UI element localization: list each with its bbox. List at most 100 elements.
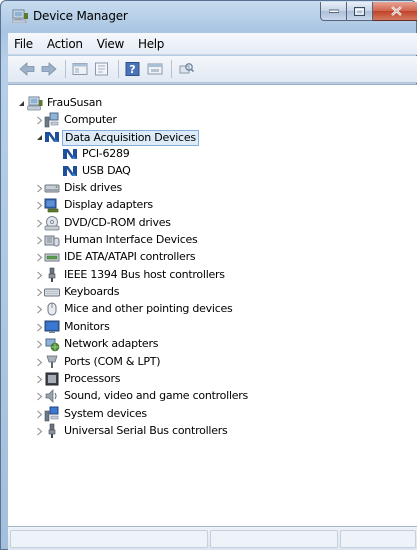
system-devices-icon	[44, 406, 60, 422]
display-adapter-icon	[44, 197, 60, 213]
monitor-icon	[44, 319, 60, 335]
dvd-drive-icon	[44, 215, 60, 231]
expand-arrow-icon[interactable]	[35, 271, 44, 280]
tree-label: Sound, video and game controllers	[64, 389, 249, 403]
tree-node-data-acquisition[interactable]: Data Acquisition Devices	[8, 129, 408, 146]
help-button[interactable]: ?	[124, 60, 142, 78]
tree-node-root[interactable]: FrauSusan	[8, 95, 408, 112]
network-adapter-icon	[44, 336, 60, 352]
tree-node-category[interactable]: Mice and other pointing devices	[8, 301, 408, 318]
properties-button[interactable]	[93, 60, 111, 78]
status-pane	[210, 530, 338, 548]
tree-node-category[interactable]: Processors	[8, 371, 408, 388]
tree-node-category[interactable]: Display adapters	[8, 197, 408, 214]
tree-node-category[interactable]: Ports (COM & LPT)	[8, 354, 408, 371]
hid-icon	[44, 232, 60, 248]
collapse-arrow-icon[interactable]	[35, 133, 44, 142]
caption-buttons	[320, 2, 417, 22]
scan-hardware-button[interactable]	[177, 60, 195, 78]
tree-label: IDE ATA/ATAPI controllers	[64, 250, 196, 264]
tree-label: Keyboards	[64, 285, 120, 299]
tree-node-device[interactable]: USB DAQ	[8, 163, 408, 180]
disk-drive-icon	[44, 180, 60, 196]
tree-label: Mice and other pointing devices	[64, 302, 233, 316]
back-button[interactable]	[18, 60, 36, 78]
expand-arrow-icon[interactable]	[35, 305, 44, 314]
keyboard-icon	[44, 284, 60, 300]
menu-action[interactable]: Action	[47, 37, 83, 51]
mouse-icon	[44, 301, 60, 317]
help-icon: ?	[125, 62, 140, 76]
tree-node-category[interactable]: System devices	[8, 406, 408, 423]
tree-node-category[interactable]: Monitors	[8, 319, 408, 336]
expand-arrow-icon[interactable]	[35, 253, 44, 262]
scan-hardware-icon	[179, 63, 194, 74]
tree-label: Ports (COM & LPT)	[64, 354, 161, 368]
forward-icon	[41, 62, 57, 76]
toolbar-separator	[65, 60, 66, 78]
ni-daq-icon	[62, 146, 78, 162]
expand-arrow-icon[interactable]	[35, 116, 44, 125]
toolbar-separator	[118, 60, 119, 78]
device-tree-pane[interactable]: FrauSusan Computer Data Acquisition Devi…	[8, 84, 417, 526]
tree-label: USB DAQ	[82, 164, 131, 177]
toolbar-separator	[171, 60, 172, 78]
tree-node-category[interactable]: IDE ATA/ATAPI controllers	[8, 249, 408, 266]
tree-node-computer[interactable]: Computer	[8, 112, 408, 129]
tree-node-category[interactable]: IEEE 1394 Bus host controllers	[8, 267, 408, 284]
expand-arrow-icon[interactable]	[35, 201, 44, 210]
expand-arrow-icon[interactable]	[35, 288, 44, 297]
tree-label: Human Interface Devices	[64, 233, 198, 247]
tree-label-root: FrauSusan	[47, 96, 102, 109]
maximize-button[interactable]	[347, 2, 373, 21]
maximize-icon	[354, 6, 365, 16]
tree-node-category[interactable]: Universal Serial Bus controllers	[8, 423, 408, 440]
update-driver-button[interactable]	[146, 60, 164, 78]
tree-label-selected: Data Acquisition Devices	[62, 130, 199, 146]
tree-node-category[interactable]: Disk drives	[8, 180, 408, 197]
menu-view[interactable]: View	[97, 37, 125, 51]
forward-button[interactable]	[40, 60, 58, 78]
processor-icon	[44, 371, 60, 387]
device-manager-window: Device Manager File Action View Help ? F…	[0, 0, 417, 550]
back-icon	[19, 62, 35, 76]
tree-node-device[interactable]: PCI-6289	[8, 146, 408, 163]
expand-arrow-icon[interactable]	[35, 323, 44, 332]
tree-label: Monitors	[64, 319, 110, 333]
tree-label: Display adapters	[64, 198, 153, 212]
tree-node-category[interactable]: DVD/CD-ROM drives	[8, 215, 408, 232]
title-bar[interactable]: Device Manager	[1, 1, 417, 31]
tree-label: PCI-6289	[82, 147, 130, 160]
menu-file[interactable]: File	[14, 37, 33, 51]
expand-arrow-icon[interactable]	[35, 410, 44, 419]
menu-help[interactable]: Help	[138, 37, 164, 51]
tree-label: Network adapters	[64, 337, 159, 351]
ieee1394-icon	[44, 267, 60, 283]
tree-label: System devices	[64, 406, 147, 420]
expand-arrow-icon[interactable]	[35, 236, 44, 245]
expand-arrow-icon[interactable]	[35, 219, 44, 228]
tree-node-category[interactable]: Network adapters	[8, 336, 408, 353]
tree-label: IEEE 1394 Bus host controllers	[64, 267, 225, 281]
expand-arrow-icon[interactable]	[35, 184, 44, 193]
expand-arrow-icon[interactable]	[35, 427, 44, 436]
expand-arrow-icon[interactable]	[35, 375, 44, 384]
computer-icon	[27, 95, 43, 111]
expand-arrow-icon[interactable]	[35, 392, 44, 401]
update-driver-icon	[147, 63, 163, 75]
status-bar	[8, 526, 417, 550]
tree-label: Universal Serial Bus controllers	[64, 423, 228, 437]
expand-arrow-icon[interactable]	[35, 340, 44, 349]
close-button[interactable]	[373, 2, 417, 21]
tree-label: Processors	[64, 371, 121, 385]
tree-label: Disk drives	[64, 181, 122, 194]
tree-node-category[interactable]: Sound, video and game controllers	[8, 388, 408, 405]
collapse-arrow-icon[interactable]	[17, 99, 26, 108]
tree-node-category[interactable]: Keyboards	[8, 284, 408, 301]
tree-label: Computer	[64, 113, 117, 126]
expand-arrow-icon[interactable]	[35, 358, 44, 367]
port-icon	[44, 354, 60, 370]
tree-node-category[interactable]: Human Interface Devices	[8, 232, 408, 249]
minimize-button[interactable]	[320, 2, 347, 21]
show-hide-tree-button[interactable]	[71, 60, 89, 78]
